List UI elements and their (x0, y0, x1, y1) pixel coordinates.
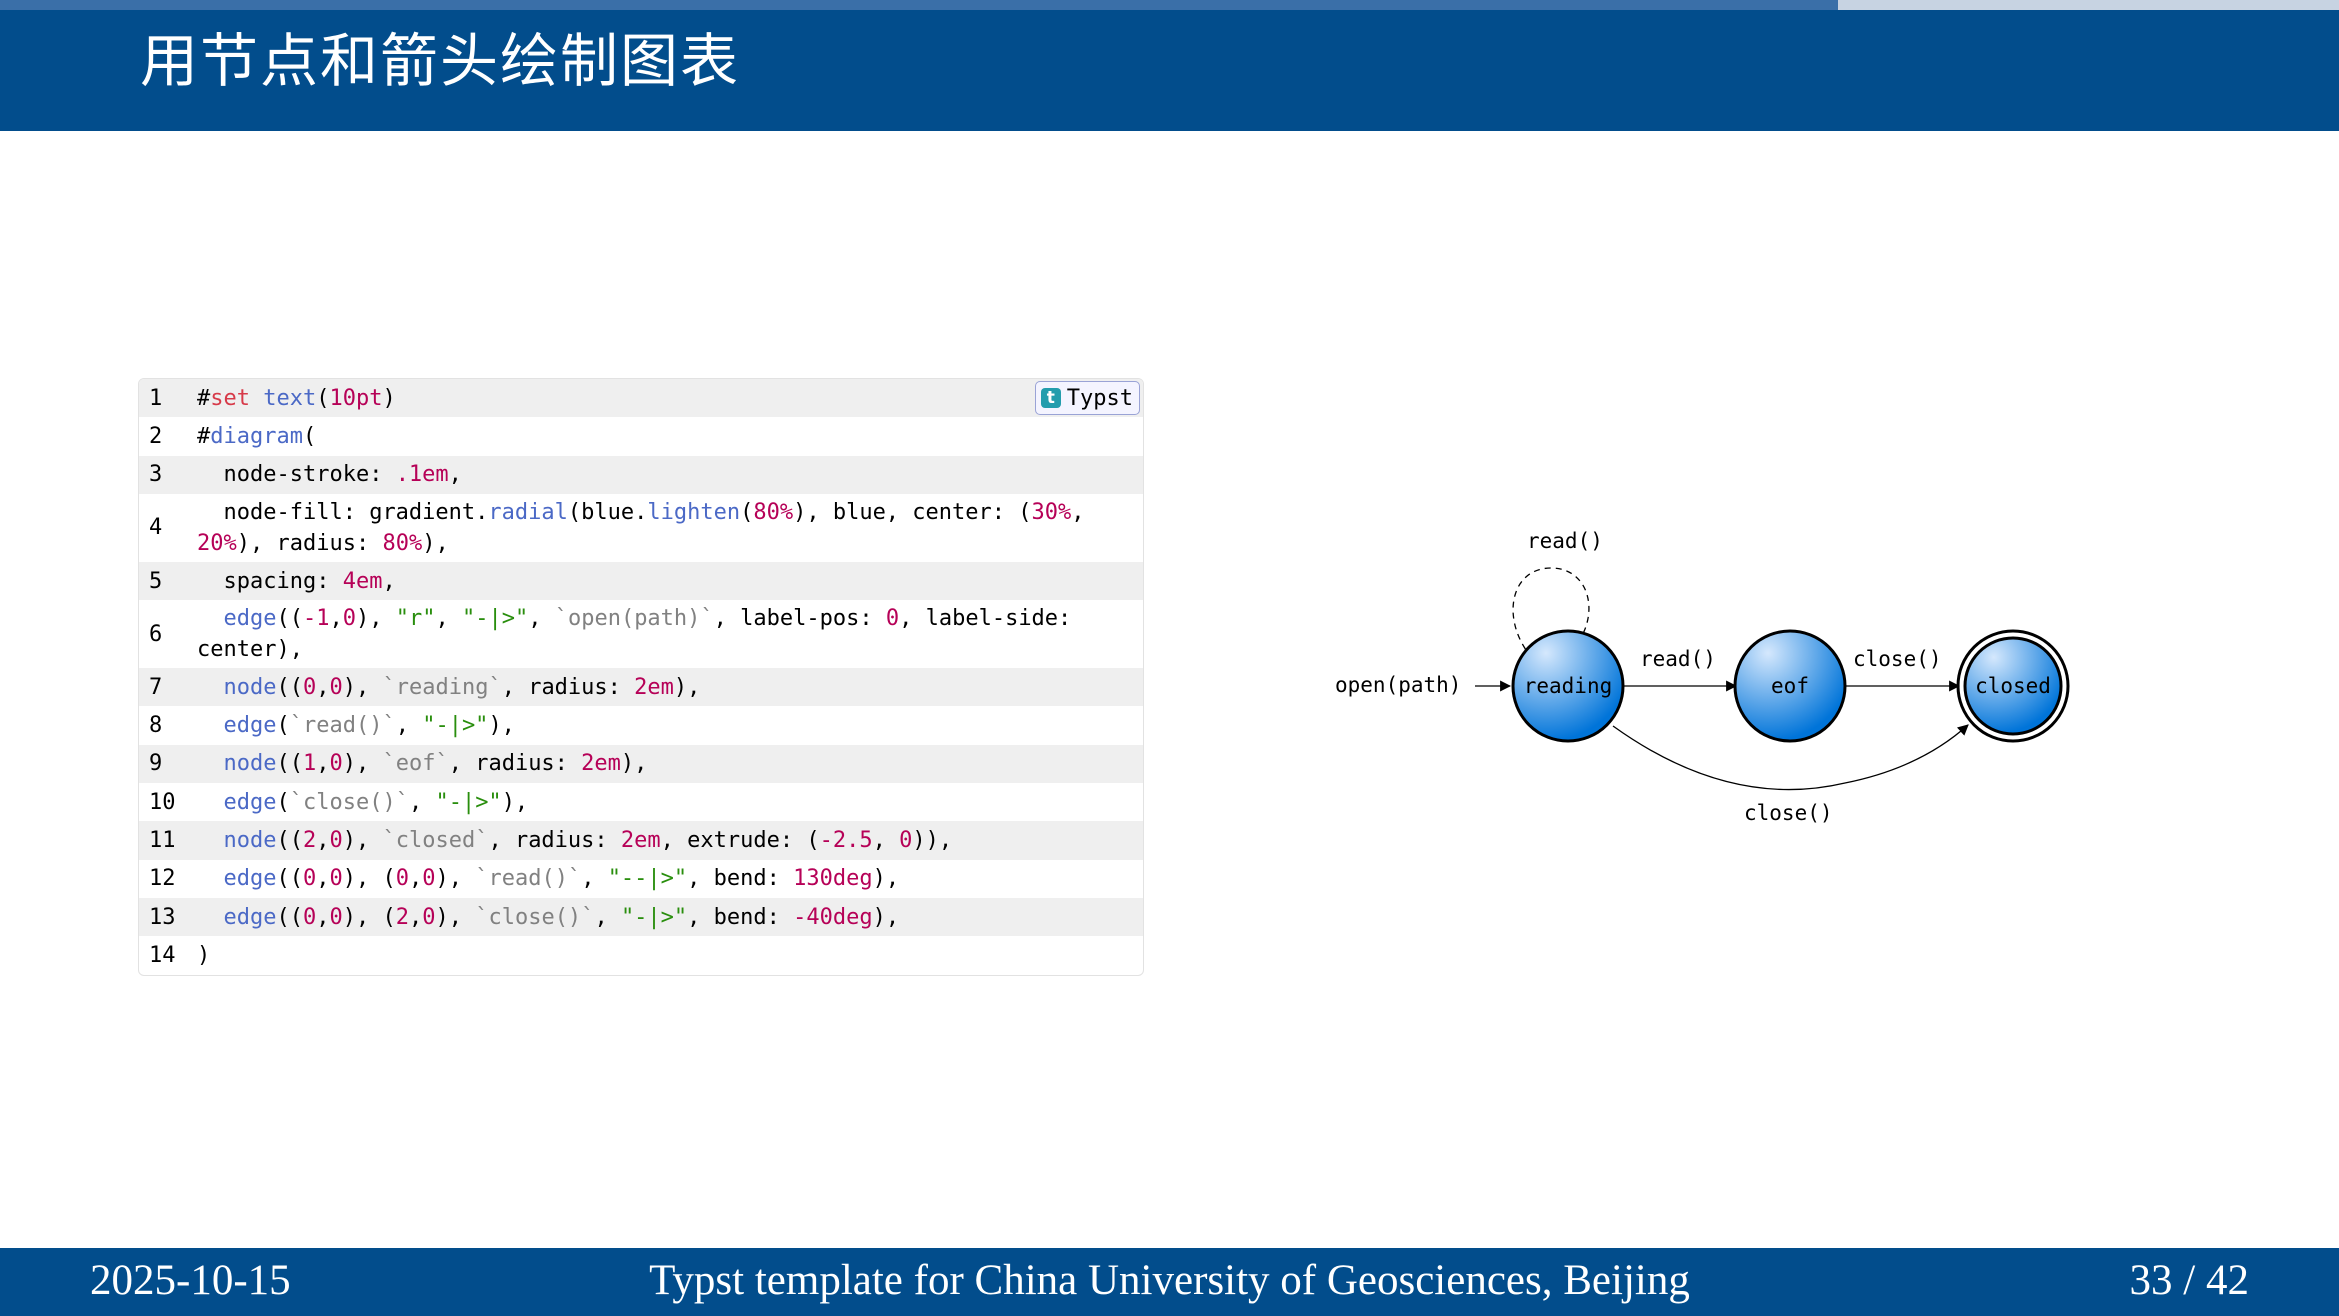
code-text: ) (197, 942, 211, 968)
code-text: edge((0,0), (2,0), `close()`, "-|>", ben… (223, 904, 900, 930)
edge-read-loop-label: read() (1527, 529, 1603, 553)
progress-fill (0, 0, 1839, 10)
edge-open-path-label: open(path) (1335, 673, 1461, 697)
line-number: 8 (149, 713, 163, 739)
line-number: 1 (149, 385, 163, 411)
code-line: 6 edge((-1,0), "r", "-|>", `open(path)`,… (139, 600, 1143, 668)
code-text: edge((-1,0), "r", "-|>", `open(path)`, l… (197, 606, 1085, 663)
code-line: 11 node((2,0), `closed`, radius: 2em, ex… (139, 821, 1143, 860)
progress-track (0, 0, 2339, 10)
line-number: 6 (149, 621, 163, 647)
code-line: 1 #set text(10pt) (139, 379, 1143, 418)
line-number: 3 (149, 462, 163, 488)
code-line: 12 edge((0,0), (0,0), `read()`, "--|>", … (139, 860, 1143, 898)
line-number: 13 (149, 904, 176, 930)
page-number: 33 / 42 (2129, 1257, 2249, 1304)
state-diagram: open(path) read() read() close() close()… (1335, 529, 2070, 825)
node-eof: eof (1733, 629, 1847, 743)
slide-header: 用节点和箭头绘制图表 (0, 10, 2339, 131)
footer-title: Typst template for China University of G… (649, 1257, 1690, 1304)
code-line: 14) (139, 936, 1143, 974)
code-text: node((1,0), `eof`, radius: 2em), (223, 751, 648, 777)
footer-date: 2025-10-15 (90, 1257, 291, 1304)
code-line: 5 spacing: 4em, (139, 561, 1143, 601)
code-line: 10 edge(`close()`, "-|>"), (139, 783, 1143, 821)
code-line: 8 edge(`read()`, "-|>"), (139, 706, 1143, 744)
slide-title: 用节点和箭头绘制图表 (140, 27, 741, 95)
line-number: 4 (149, 515, 163, 541)
line-number: 14 (149, 942, 176, 968)
code-line: 3 node-stroke: .1em, (139, 455, 1143, 494)
line-number: 7 (149, 674, 163, 700)
typst-logo-icon: t (1040, 388, 1061, 408)
code-block: 1 #set text(10pt) 2 #diagram( 3 node-stroke:… (138, 378, 1144, 976)
code-text: node-stroke: .1em, (197, 462, 462, 488)
code-text: edge(`close()`, "-|>"), (223, 789, 529, 815)
line-number: 9 (149, 751, 163, 777)
code-lines: 1 #set text(10pt) 2 #diagram( 3 node-stroke:… (139, 379, 1143, 975)
code-text: node((0,0), `reading`, radius: 2em), (223, 674, 701, 700)
slide-footer: Typst template for China University of G… (0, 1248, 2339, 1316)
code-text: #diagram( (197, 423, 317, 449)
line-number: 10 (149, 789, 176, 815)
line-number: 12 (149, 866, 176, 892)
code-line: 13 edge((0,0), (2,0), `close()`, "-|>", … (139, 897, 1143, 937)
node-reading-label: reading (1524, 674, 1613, 698)
language-badge: t Typst (1034, 381, 1140, 415)
node-reading: reading (1511, 629, 1625, 743)
edge-close-bend-label: close() (1744, 801, 1833, 825)
code-text: node((2,0), `closed`, radius: 2em, extru… (223, 828, 953, 854)
code-text: node-fill: gradient.radial(blue.lighten(… (197, 499, 1098, 556)
line-number: 2 (149, 423, 163, 449)
language-label: Typst (1066, 385, 1133, 411)
edge-read-label: read() (1640, 647, 1716, 671)
node-closed: closed (1956, 629, 2070, 743)
edge-close-label: close() (1853, 647, 1942, 671)
line-number: 5 (149, 568, 163, 594)
code-text: #set text(10pt) (197, 385, 396, 411)
line-number: 11 (149, 828, 176, 854)
node-eof-label: eof (1771, 674, 1809, 698)
code-line: 2 #diagram( (139, 417, 1143, 455)
code-text: spacing: 4em, (197, 568, 396, 594)
code-line: 7 node((0,0), `reading`, radius: 2em), (139, 668, 1143, 707)
code-line: 4 node-fill: gradient.radial(blue.lighte… (139, 494, 1143, 562)
code-text: edge((0,0), (0,0), `read()`, "--|>", ben… (223, 866, 900, 892)
code-line: 9 node((1,0), `eof`, radius: 2em), (139, 744, 1143, 784)
node-closed-label: closed (1975, 674, 2051, 698)
code-text: edge(`read()`, "-|>"), (223, 713, 515, 739)
